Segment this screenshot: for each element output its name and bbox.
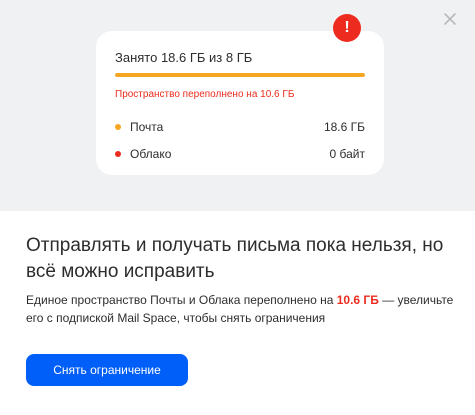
storage-full-dialog: Занято 18.6 ГБ из 8 ГБ Пространство пере… [0, 0, 475, 415]
dialog-headline: Отправлять и получать письма пока нельзя… [26, 235, 444, 282]
storage-progress-bar [115, 73, 365, 77]
dialog-description: Единое пространство Почты и Облака переп… [26, 291, 456, 327]
cloud-dot-icon [115, 151, 121, 157]
storage-item-cloud: Облако 0 байт [115, 146, 365, 162]
storage-item-value: 0 байт [329, 147, 365, 161]
storage-item-mail: Почта 18.6 ГБ [115, 119, 365, 135]
storage-illustration-area: Занято 18.6 ГБ из 8 ГБ Пространство пере… [0, 0, 475, 211]
storage-item-label: Облако [130, 147, 172, 161]
storage-overflow-warning: Пространство переполнено на 10.6 ГБ [115, 89, 295, 100]
storage-item-value: 18.6 ГБ [323, 120, 365, 134]
close-icon[interactable] [443, 12, 457, 26]
storage-item-label: Почта [130, 120, 164, 134]
remove-restriction-button[interactable]: Снять ограничение [26, 354, 188, 386]
storage-usage-title: Занято 18.6 ГБ из 8 ГБ [115, 50, 253, 65]
storage-card: Занято 18.6 ГБ из 8 ГБ Пространство пере… [96, 31, 384, 175]
overflow-amount: 10.6 ГБ [336, 293, 379, 307]
mail-dot-icon [115, 124, 121, 130]
description-text: Единое пространство Почты и Облака переп… [26, 293, 337, 307]
storage-progress-fill [115, 73, 365, 77]
exclamation-icon: ! [333, 14, 361, 42]
